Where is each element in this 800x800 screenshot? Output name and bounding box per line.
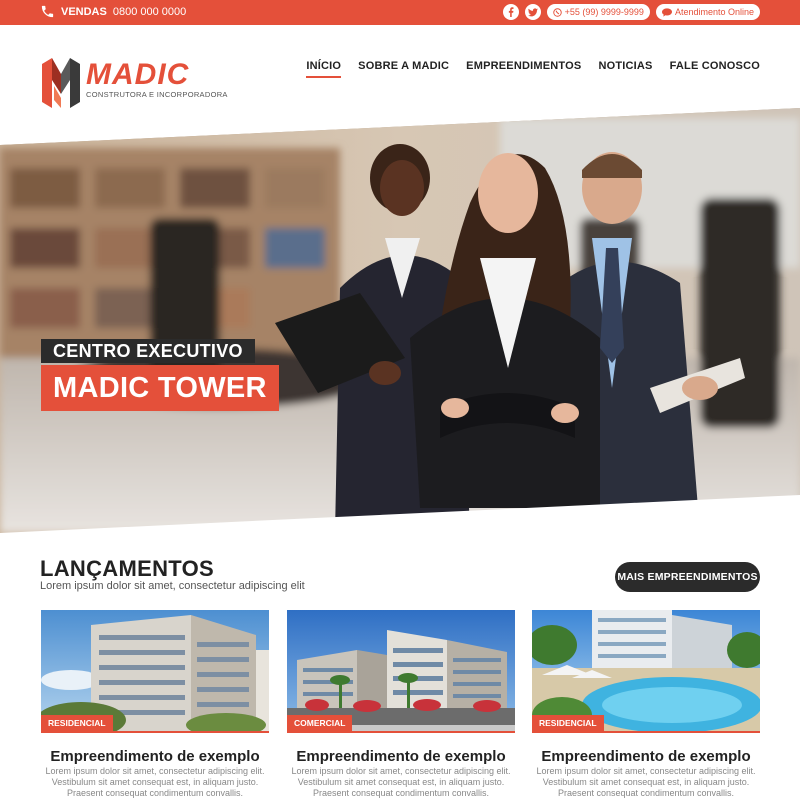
sales-phone[interactable]: 0800 000 0000	[113, 6, 186, 18]
card-desc-line: Lorem ipsum dolor sit amet, consectetur …	[536, 766, 756, 776]
card-title[interactable]: Empreendimento de exemplo	[532, 748, 760, 765]
category-badge: RESIDENCIAL	[41, 715, 113, 731]
card-accent-bar	[532, 731, 760, 733]
nav-item-fale-conosco[interactable]: FALE CONOSCO	[670, 60, 760, 78]
category-badge: COMERCIAL	[287, 715, 353, 731]
section-subtitle: Lorem ipsum dolor sit amet, consectetur …	[40, 580, 305, 592]
section-title: LANÇAMENTOS	[40, 556, 215, 581]
hero-subtitle: CENTRO EXECUTIVO	[41, 339, 255, 363]
hero-image	[0, 108, 800, 533]
brand-tagline: CONSTRUTORA E INCORPORADORA	[86, 90, 228, 99]
online-support-button[interactable]: Atendimento Online	[655, 4, 760, 20]
card-desc-line: Vestibulum sit amet consequat est, in al…	[297, 777, 505, 787]
sales-label: VENDAS	[61, 5, 107, 18]
nav-item-inicio[interactable]: INÍCIO	[306, 60, 342, 78]
whatsapp-number: +55 (99) 9999-9999	[564, 7, 644, 17]
hero-banner[interactable]: CENTRO EXECUTIVO MADIC TOWER	[0, 108, 800, 533]
logo-mark-icon	[42, 58, 80, 108]
card-title[interactable]: Empreendimento de exemplo	[287, 748, 515, 765]
card-accent-bar	[287, 731, 515, 733]
top-bar: VENDAS 0800 000 0000 +55 (99) 9999-9999 …	[0, 0, 800, 25]
brand-name: MADIC	[86, 58, 190, 91]
hero-title[interactable]: MADIC TOWER	[41, 365, 279, 411]
card-desc-line: Vestibulum sit amet consequat est, in al…	[542, 777, 750, 787]
phone-icon	[41, 5, 54, 18]
card-desc-line: Lorem ipsum dolor sit amet, consectetur …	[291, 766, 511, 776]
card-desc-line: Lorem ipsum dolor sit amet, consectetur …	[45, 766, 265, 776]
chat-icon	[661, 7, 672, 17]
nav-item-noticias[interactable]: NOTICIAS	[598, 60, 652, 78]
card-desc-line: Praesent consequat condimentum convallis…	[312, 788, 490, 798]
top-bar-actions: +55 (99) 9999-9999 Atendimento Online	[502, 4, 760, 20]
whatsapp-icon	[552, 7, 562, 17]
whatsapp-contact[interactable]: +55 (99) 9999-9999	[546, 4, 650, 20]
more-projects-button[interactable]: MAIS EMPREENDIMENTOS	[615, 562, 760, 592]
twitter-icon[interactable]	[524, 4, 541, 20]
facebook-icon[interactable]	[502, 4, 519, 20]
nav-item-sobre[interactable]: SOBRE A MADIC	[358, 60, 449, 78]
card-desc-line: Praesent consequat condimentum convallis…	[557, 788, 735, 798]
card-desc-line: Vestibulum sit amet consequat est, in al…	[51, 777, 259, 787]
main-nav: INÍCIO SOBRE A MADIC EMPREENDIMENTOS NOT…	[306, 60, 760, 78]
sales-contact: VENDAS 0800 000 0000	[40, 4, 186, 19]
category-badge: RESIDENCIAL	[532, 715, 604, 731]
card-description: Lorem ipsum dolor sit amet, consectetur …	[41, 766, 269, 799]
brand-logo[interactable]: MADIC CONSTRUTORA E INCORPORADORA	[40, 56, 227, 110]
card-description: Lorem ipsum dolor sit amet, consectetur …	[532, 766, 760, 799]
online-support-label: Atendimento Online	[674, 7, 754, 17]
card-description: Lorem ipsum dolor sit amet, consectetur …	[287, 766, 515, 799]
card-desc-line: Praesent consequat condimentum convallis…	[66, 788, 244, 798]
card-accent-bar	[41, 731, 269, 733]
card-title[interactable]: Empreendimento de exemplo	[41, 748, 269, 765]
nav-item-empreendimentos[interactable]: EMPREENDIMENTOS	[466, 60, 581, 78]
